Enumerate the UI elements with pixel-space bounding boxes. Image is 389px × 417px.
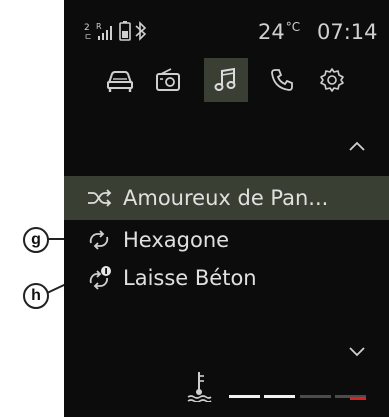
gauge-alert-marker	[350, 397, 366, 400]
outside-temperature: 24°C	[258, 20, 301, 44]
tab-vehicle[interactable]	[98, 58, 142, 102]
tab-bar	[64, 58, 389, 110]
phone-icon	[271, 69, 293, 91]
infotainment-screen: 2 ㄷ R 24°C 07:14 Amoureux de Pan... Hexa…	[64, 0, 389, 417]
track-row-1[interactable]: Amoureux de Pan...	[64, 176, 389, 220]
music-icon	[214, 67, 236, 91]
phone-battery-icon	[119, 21, 131, 41]
scroll-down-button[interactable]	[348, 346, 366, 358]
shuffle-icon	[88, 189, 112, 207]
svg-text:ㄷ: ㄷ	[84, 33, 92, 42]
repeat-one-icon	[89, 266, 111, 290]
track-title: Amoureux de Pan...	[123, 186, 329, 210]
clock: 07:14	[317, 20, 378, 44]
signal-icon: R	[96, 22, 112, 40]
gauge-segment-1	[229, 395, 260, 398]
track-title: Hexagone	[123, 228, 230, 252]
status-icons: 2 ㄷ R	[84, 20, 174, 42]
tab-radio[interactable]	[146, 58, 190, 102]
bluetooth-icon	[135, 21, 147, 41]
gauge-segment-2	[264, 395, 295, 398]
track-title: Laisse Béton	[123, 266, 257, 290]
scroll-up-button[interactable]	[348, 140, 366, 152]
tab-settings[interactable]	[310, 58, 354, 102]
car-icon	[107, 71, 133, 92]
status-bar: 2 ㄷ R 24°C 07:14	[64, 14, 389, 48]
tab-phone[interactable]	[260, 58, 304, 102]
svg-text:2: 2	[84, 23, 90, 33]
tab-media[interactable]	[204, 58, 248, 102]
coolant-temperature-icon	[187, 372, 212, 402]
settings-gear-icon	[320, 68, 344, 92]
radio-icon	[156, 68, 180, 91]
sim-icon: 2 ㄷ	[84, 23, 92, 42]
coolant-gauge	[64, 364, 389, 414]
repeat-icon	[89, 230, 109, 250]
svg-text:R: R	[96, 22, 102, 31]
track-row-3[interactable]: Laisse Béton	[64, 256, 389, 300]
gauge-segment-3	[300, 395, 331, 398]
